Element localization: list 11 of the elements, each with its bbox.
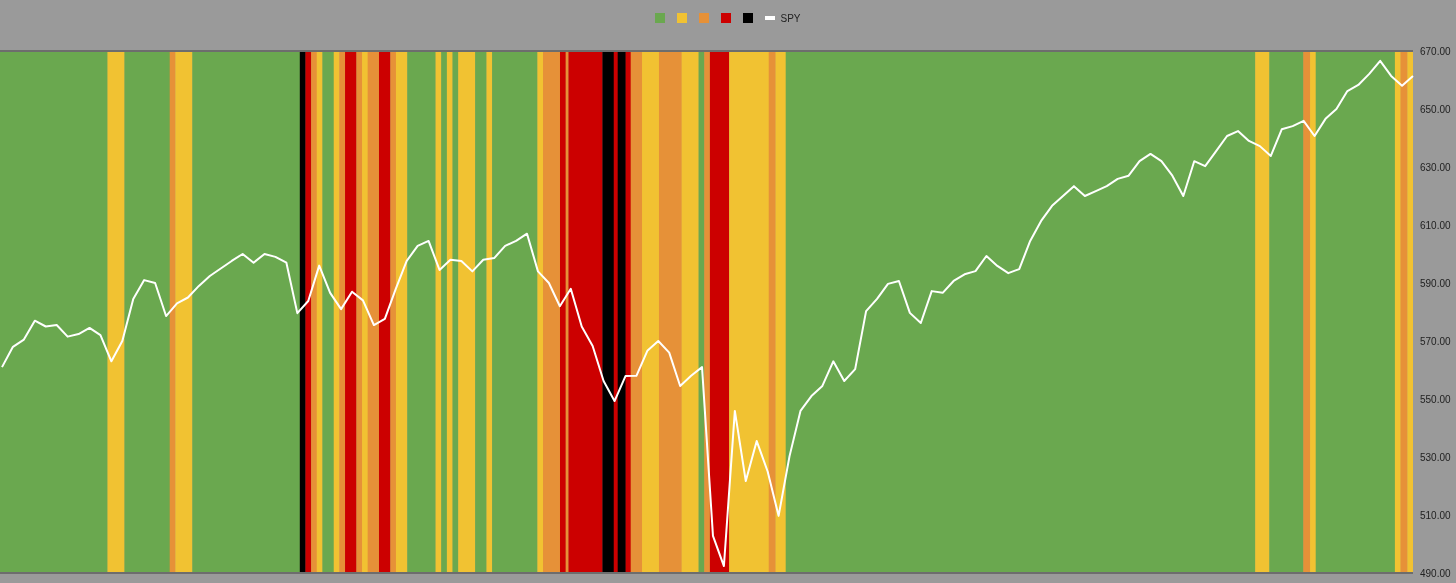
axis-tick-label: 670.00 [1420,46,1451,57]
axis-tick-label: 630.00 [1420,162,1451,173]
axis-tick-label: 550.00 [1420,394,1451,405]
axis-tick-label: 530.00 [1420,452,1451,463]
legend-label: SPY [780,12,801,24]
axis-tick-label: 510.00 [1420,510,1451,521]
axis-tick-label: 590.00 [1420,278,1451,289]
axis-tick-label: 490.00 [1420,568,1451,579]
axis-tick-label: 650.00 [1420,104,1451,115]
axis-tick-label: 570.00 [1420,336,1451,347]
axis-tick-label: 610.00 [1420,220,1451,231]
